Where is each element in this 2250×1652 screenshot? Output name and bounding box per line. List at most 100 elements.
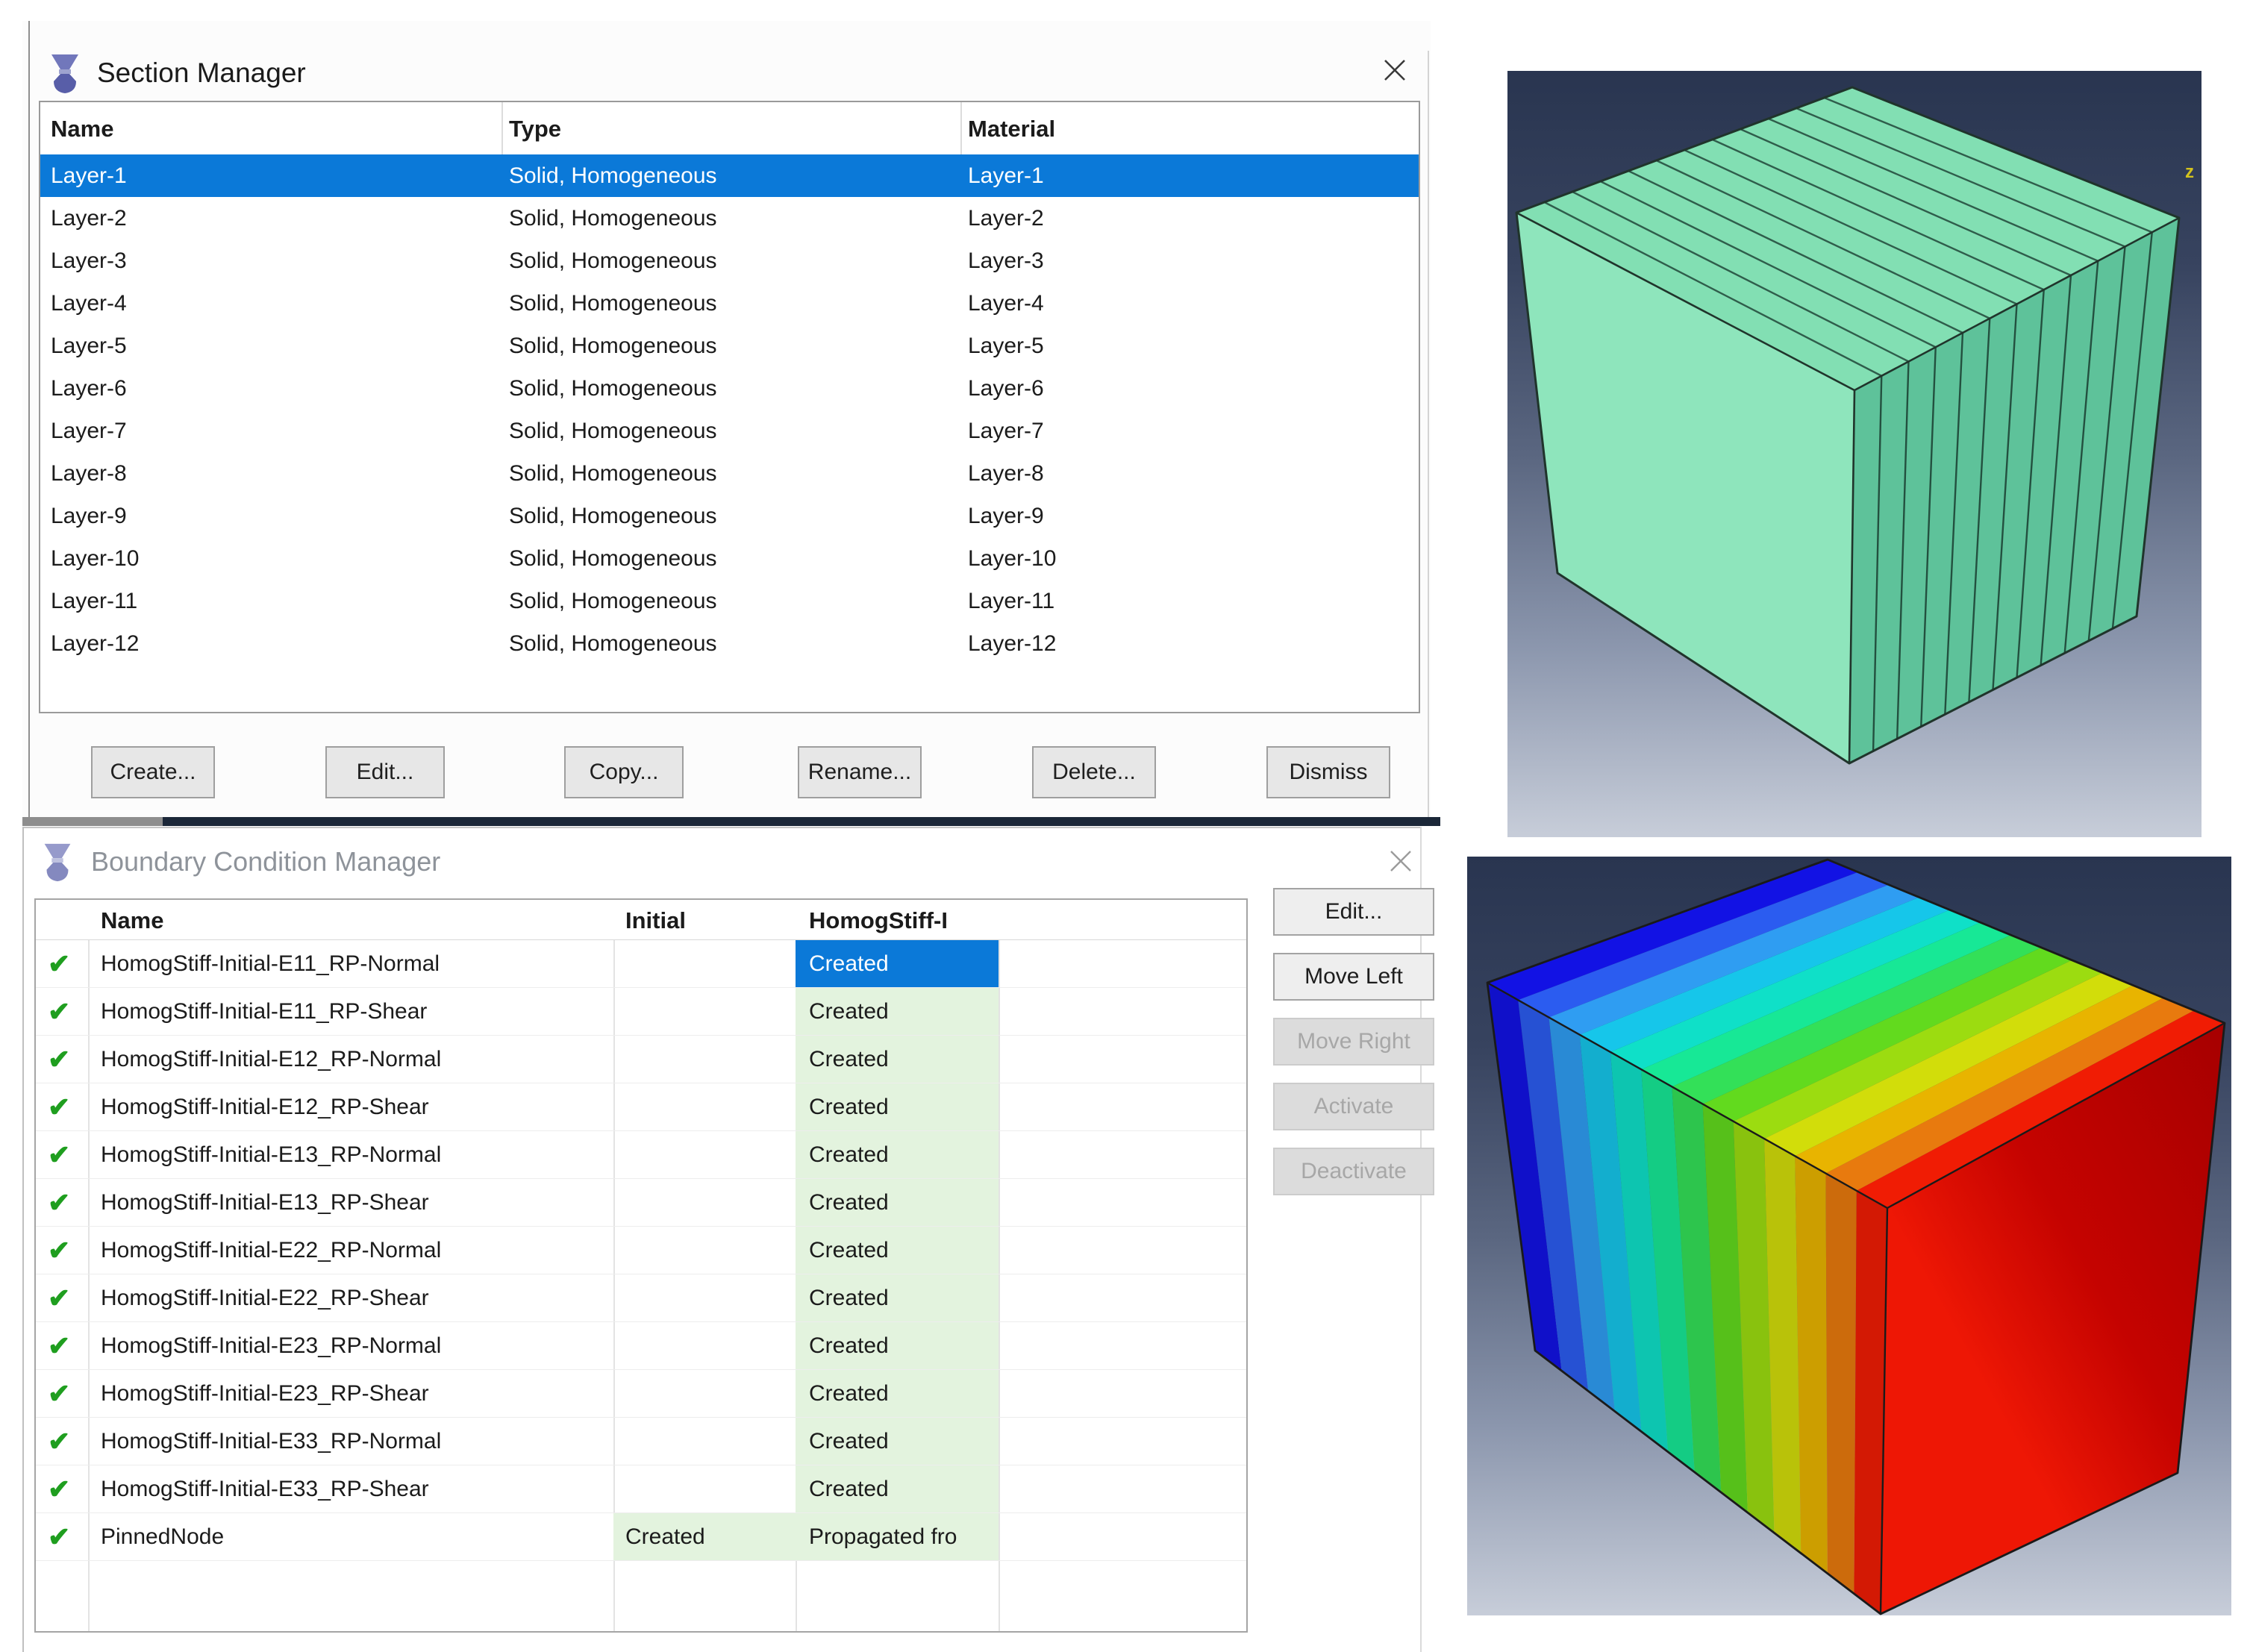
table-row[interactable]: ✔ HomogStiff-Initial-E33_RP-Shear Created	[36, 1465, 1246, 1513]
cell-step[interactable]: Created	[796, 1274, 999, 1321]
table-row[interactable]: Layer-1 Solid, Homogeneous Layer-1	[40, 154, 1419, 197]
check-icon: ✔	[48, 1377, 71, 1409]
cell-name: HomogStiff-Initial-E11_RP-Shear	[101, 998, 428, 1024]
cell-step[interactable]: Created	[796, 1131, 999, 1178]
copy-button[interactable]: Copy...	[564, 746, 684, 798]
cell-initial	[613, 1179, 796, 1226]
create-button[interactable]: Create...	[91, 746, 215, 798]
edit-button[interactable]: Edit...	[1273, 888, 1434, 936]
table-row[interactable]: Layer-7 Solid, Homogeneous Layer-7	[40, 410, 1419, 452]
activate-button[interactable]: Activate	[1273, 1083, 1434, 1130]
table-row[interactable]: ✔ HomogStiff-Initial-E22_RP-Shear Created	[36, 1274, 1246, 1322]
table-row[interactable]: ✔ HomogStiff-Initial-E33_RP-Normal Created	[36, 1418, 1246, 1465]
abaqus-spool-icon	[42, 841, 73, 883]
window-left-border	[28, 21, 30, 817]
table-row[interactable]: Layer-3 Solid, Homogeneous Layer-3	[40, 240, 1419, 282]
layered-cube-render	[1515, 86, 2181, 765]
window-bottom-edge-gray	[22, 817, 163, 826]
cell-initial	[613, 1083, 796, 1130]
cell-step[interactable]: Propagated fro	[796, 1513, 999, 1560]
bc-manager-window: Boundary Condition Manager Name Initial …	[22, 827, 1434, 1652]
cell-initial	[613, 1465, 796, 1512]
table-row[interactable]: Layer-5 Solid, Homogeneous Layer-5	[40, 325, 1419, 367]
viewport-layered-cube[interactable]: z	[1507, 71, 2201, 837]
cell-step[interactable]: Created	[796, 1179, 999, 1226]
cell-material: Layer-3	[968, 248, 1044, 273]
cell-name: HomogStiff-Initial-E22_RP-Normal	[101, 1237, 442, 1263]
cell-initial	[613, 1370, 796, 1417]
cell-initial	[613, 1274, 796, 1321]
table-row[interactable]: Layer-8 Solid, Homogeneous Layer-8	[40, 452, 1419, 495]
abaqus-spool-icon	[49, 51, 81, 95]
dismiss-button[interactable]: Dismiss	[1266, 746, 1390, 798]
cell-type: Solid, Homogeneous	[509, 460, 717, 486]
table-row[interactable]: Layer-6 Solid, Homogeneous Layer-6	[40, 367, 1419, 410]
cell-step[interactable]: Created	[796, 940, 999, 987]
cell-step[interactable]: Created	[796, 1370, 999, 1417]
cell-name: Layer-7	[51, 418, 127, 443]
table-row[interactable]: Layer-4 Solid, Homogeneous Layer-4	[40, 282, 1419, 325]
cell-type: Solid, Homogeneous	[509, 418, 717, 443]
table-row[interactable]: Layer-11 Solid, Homogeneous Layer-11	[40, 580, 1419, 622]
check-icon: ✔	[48, 1091, 71, 1122]
table-row[interactable]: ✔ HomogStiff-Initial-E23_RP-Shear Created	[36, 1370, 1246, 1418]
cell-material: Layer-8	[968, 460, 1044, 486]
cell-name: Layer-3	[51, 248, 127, 273]
check-icon: ✔	[48, 1043, 71, 1074]
cell-step[interactable]: Created	[796, 1418, 999, 1465]
bc-manager-titlebar[interactable]: Boundary Condition Manager	[42, 840, 1310, 883]
close-icon[interactable]	[1383, 843, 1419, 879]
cell-name: HomogStiff-Initial-E22_RP-Shear	[101, 1285, 429, 1310]
table-row[interactable]: ✔ HomogStiff-Initial-E13_RP-Shear Created	[36, 1179, 1246, 1227]
table-row[interactable]: ✔ HomogStiff-Initial-E22_RP-Normal Created	[36, 1227, 1246, 1274]
cell-name: Layer-10	[51, 545, 140, 571]
dialog-title: Boundary Condition Manager	[91, 846, 441, 877]
cell-name: PinnedNode	[101, 1524, 225, 1549]
cell-step[interactable]: Created	[796, 1083, 999, 1130]
viewport-contour-cube[interactable]	[1467, 857, 2231, 1615]
close-icon[interactable]	[1377, 52, 1413, 88]
cell-type: Solid, Homogeneous	[509, 503, 717, 528]
table-row[interactable]: ✔ HomogStiff-Initial-E11_RP-Normal Created	[36, 940, 1246, 988]
section-manager-window: Section Manager Name Type Material Layer…	[22, 21, 1440, 826]
column-separator	[960, 102, 962, 154]
cell-type: Solid, Homogeneous	[509, 290, 717, 316]
table-row[interactable]: ✔ HomogStiff-Initial-E11_RP-Shear Created	[36, 988, 1246, 1036]
rename-button[interactable]: Rename...	[798, 746, 922, 798]
table-row[interactable]: ✔ HomogStiff-Initial-E23_RP-Normal Created	[36, 1322, 1246, 1370]
move-right-button[interactable]: Move Right	[1273, 1018, 1434, 1066]
delete-button[interactable]: Delete...	[1032, 746, 1156, 798]
deactivate-button[interactable]: Deactivate	[1273, 1148, 1434, 1195]
table-row[interactable]: Layer-12 Solid, Homogeneous Layer-12	[40, 622, 1419, 665]
check-icon: ✔	[48, 948, 71, 979]
table-row[interactable]: ✔ PinnedNode Created Propagated fro	[36, 1513, 1246, 1561]
table-row[interactable]: ✔ HomogStiff-Initial-E12_RP-Normal Created	[36, 1036, 1246, 1083]
column-header-name: Name	[101, 907, 164, 933]
cell-step[interactable]: Created	[796, 988, 999, 1035]
table-row[interactable]: ✔ HomogStiff-Initial-E13_RP-Normal Created	[36, 1131, 1246, 1179]
cell-material: Layer-7	[968, 418, 1044, 443]
bc-table: Name Initial HomogStiff-I ✔ HomogStiff-In…	[34, 898, 1248, 1633]
table-row[interactable]: Layer-9 Solid, Homogeneous Layer-9	[40, 495, 1419, 537]
window-left-border	[22, 827, 24, 1652]
cell-step[interactable]: Created	[796, 1036, 999, 1083]
section-manager-titlebar[interactable]: Section Manager	[49, 51, 1393, 96]
cell-initial	[613, 1227, 796, 1274]
cell-name: Layer-12	[51, 631, 140, 656]
cell-step[interactable]: Created	[796, 1227, 999, 1274]
cell-initial	[613, 988, 796, 1035]
cell-step[interactable]: Created	[796, 1322, 999, 1369]
table-row[interactable]: Layer-10 Solid, Homogeneous Layer-10	[40, 537, 1419, 580]
edit-button[interactable]: Edit...	[325, 746, 445, 798]
check-icon: ✔	[48, 1282, 71, 1313]
column-header-type: Type	[509, 116, 562, 142]
table-row[interactable]: ✔ HomogStiff-Initial-E12_RP-Shear Created	[36, 1083, 1246, 1131]
move-left-button[interactable]: Move Left	[1273, 953, 1434, 1001]
table-row[interactable]: Layer-2 Solid, Homogeneous Layer-2	[40, 197, 1419, 240]
cell-material: Layer-5	[968, 333, 1044, 358]
cell-step[interactable]: Created	[796, 1465, 999, 1512]
contour-cube-render	[1486, 858, 2226, 1615]
cell-type: Solid, Homogeneous	[509, 375, 717, 401]
cell-initial	[613, 940, 796, 987]
cell-name: Layer-8	[51, 460, 127, 486]
